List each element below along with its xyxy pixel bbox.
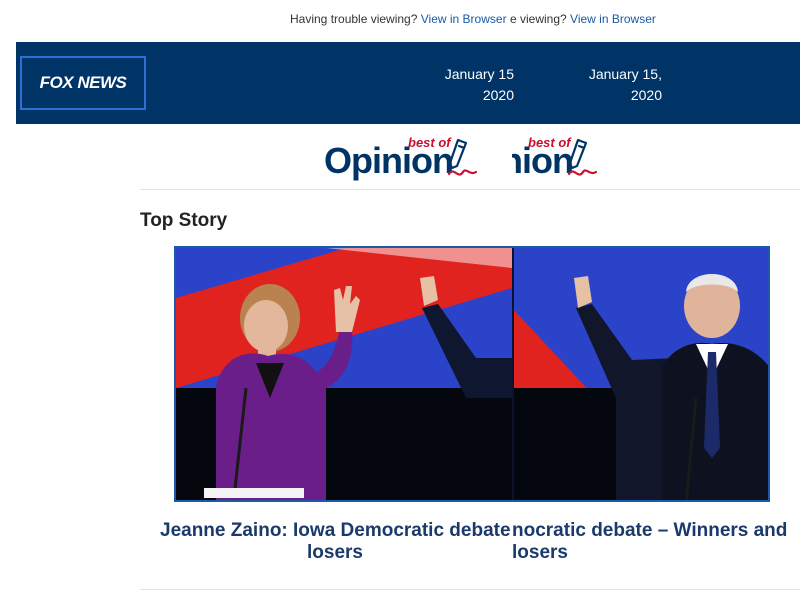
newsletter-header: FOX NEWS January 15 2020 January 15, 202… bbox=[16, 42, 800, 124]
section-title-top-story: Top Story bbox=[140, 210, 228, 231]
headline-line: losers bbox=[512, 542, 568, 563]
fox-news-logo[interactable]: FOX NEWS bbox=[20, 56, 146, 110]
newsletter-date-duplicate: January 15, 2020 bbox=[576, 64, 662, 106]
headline-line: nocratic debate – Winners and bbox=[512, 520, 788, 541]
trouble-viewing-text: e viewing? bbox=[510, 12, 571, 26]
top-story-headline-link[interactable]: Jeanne Zaino: Iowa Democratic debate los… bbox=[160, 520, 510, 564]
best-of-label: best of bbox=[408, 136, 451, 150]
pen-icon bbox=[567, 138, 598, 176]
view-in-browser-note-duplicate: e viewing? View in Browser bbox=[510, 12, 656, 26]
divider bbox=[140, 589, 800, 590]
debate-photo bbox=[176, 248, 768, 500]
best-of-opinion-banner-duplicate[interactable]: Opinion best of bbox=[512, 136, 632, 184]
best-of-opinion-banner[interactable]: Opinion best of bbox=[322, 136, 512, 184]
view-in-browser-link[interactable]: View in Browser bbox=[570, 12, 656, 26]
trouble-viewing-text: Having trouble viewing? bbox=[290, 12, 421, 26]
top-story-headline-link-duplicate[interactable]: nocratic debate – Winners and losers bbox=[512, 520, 800, 564]
divider bbox=[140, 189, 800, 190]
date-year: 2020 bbox=[482, 87, 514, 103]
view-in-browser-link[interactable]: View in Browser bbox=[421, 12, 507, 26]
best-of-label: best of bbox=[528, 136, 571, 150]
date-year: 2020 bbox=[630, 87, 662, 103]
fox-news-logo-text: FOX NEWS bbox=[39, 73, 127, 92]
date-line: January 15, bbox=[588, 66, 662, 82]
pen-icon bbox=[447, 138, 478, 176]
date-line: January 15 bbox=[444, 66, 514, 82]
view-in-browser-note: Having trouble viewing? View in Browser bbox=[290, 12, 512, 26]
newsletter-date: January 15 2020 bbox=[432, 64, 514, 106]
headline-line: losers bbox=[307, 542, 363, 563]
top-story-image[interactable] bbox=[174, 246, 770, 502]
headline-line: Jeanne Zaino: Iowa Democratic debate bbox=[160, 520, 510, 541]
